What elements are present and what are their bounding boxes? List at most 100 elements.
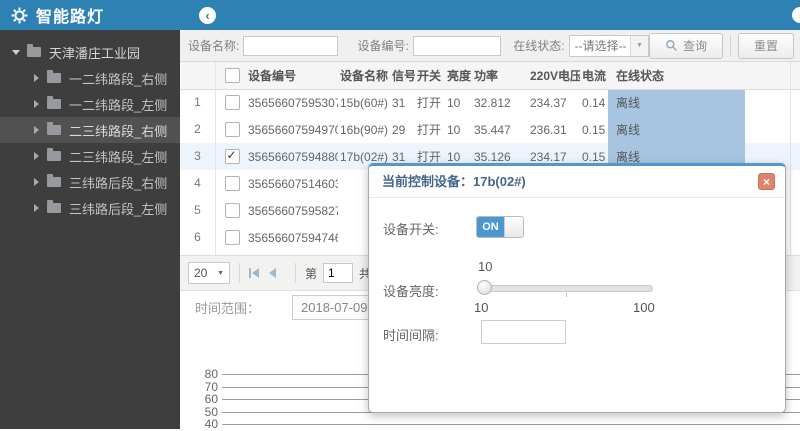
cell-voltage: 236.31 <box>530 122 567 137</box>
device-control-dialog: 当前控制设备：17b(02#) × 设备开关: ON 设备亮度: 10 10 1… <box>368 163 786 413</box>
folder-icon <box>47 70 61 83</box>
device-name-label: 设备名称: <box>188 39 240 53</box>
search-button[interactable]: 查询 <box>648 32 723 59</box>
col-power[interactable]: 功率 <box>472 67 528 84</box>
folder-icon <box>47 174 61 187</box>
cell-power: 32.812 <box>474 95 511 110</box>
page-number-input[interactable] <box>323 263 354 283</box>
cell-switch: 打开 <box>417 123 442 137</box>
select-all-checkbox[interactable] <box>216 68 246 83</box>
gridline <box>222 424 800 425</box>
prev-page-button[interactable] <box>269 268 276 278</box>
sidebar-item-road1-right[interactable]: 一二纬路段_右侧 <box>0 65 180 91</box>
sidebar-item-road3-left[interactable]: 三纬路后段_左侧 <box>0 195 180 221</box>
tree-root-node[interactable]: 天津潘庄工业园 <box>0 39 180 65</box>
online-status-select[interactable]: --请选择-- ▼ <box>568 34 649 57</box>
row-checkbox[interactable] <box>216 95 246 110</box>
divider <box>239 263 240 283</box>
sidebar: 天津潘庄工业园 一二纬路段_右侧 一二纬路段_左侧 二三纬路段_右侧 二三纬路段… <box>0 30 180 429</box>
table-row[interactable]: 1 356566075953075 15b(60#) 31 打开 10 32.8… <box>180 89 800 117</box>
sidebar-item-road3-right[interactable]: 三纬路后段_右侧 <box>0 169 180 195</box>
row-number: 3 <box>180 143 216 170</box>
device-name-input[interactable] <box>243 35 339 56</box>
cell-current: 0.14 <box>582 95 606 110</box>
tree-item-label: 一二纬路段_右侧 <box>69 71 168 87</box>
col-voltage[interactable]: 220V电压 <box>528 67 580 84</box>
cell-current: 0.15 <box>582 149 606 164</box>
page-size-value: 20 <box>194 266 208 280</box>
cell-current: 0.15 <box>582 122 606 137</box>
sidebar-item-road2-left[interactable]: 二三纬路段_左侧 <box>0 143 180 169</box>
toggle-handle <box>504 217 523 237</box>
folder-icon <box>47 122 61 135</box>
prev-page-icon <box>269 268 276 278</box>
cell-code: 356566075949701 <box>248 122 338 137</box>
device-switch-toggle[interactable]: ON <box>476 216 524 238</box>
y-axis-tick: 80 <box>204 367 218 381</box>
grid-right-divider <box>790 62 791 255</box>
col-code[interactable]: 设备编号 <box>246 67 338 84</box>
sidebar-item-road2-right[interactable]: 二三纬路段_右侧 <box>0 117 180 143</box>
row-number: 6 <box>180 224 216 251</box>
page-size-select[interactable]: 20 ▼ <box>188 262 230 284</box>
device-brightness-label: 设备亮度: <box>383 284 439 299</box>
topbar-right-icon[interactable] <box>792 7 800 23</box>
device-code-label: 设备编号: <box>357 39 409 53</box>
row-number-header <box>180 62 216 89</box>
close-icon[interactable]: × <box>758 173 775 190</box>
col-name[interactable]: 设备名称 <box>338 67 390 84</box>
time-interval-label: 时间间隔: <box>383 328 439 343</box>
row-number: 4 <box>180 170 216 197</box>
reset-button[interactable]: 重置 <box>737 32 794 59</box>
cell-code: 356566075953075 <box>248 95 338 110</box>
cell-name: 17b(02#) <box>340 149 389 164</box>
online-status-label: 在线状态: <box>513 39 565 53</box>
search-button-label: 查询 <box>682 39 707 53</box>
table-header: 设备编号 设备名称 信号 开关 亮度 功率 220V电压 电流 在线状态 <box>180 62 800 90</box>
time-interval-input[interactable] <box>481 320 566 344</box>
cell-power: 35.447 <box>474 122 511 137</box>
first-page-button[interactable] <box>249 268 259 278</box>
row-checkbox[interactable] <box>216 203 246 218</box>
row-checkbox[interactable] <box>216 122 246 137</box>
col-switch[interactable]: 开关 <box>415 67 445 84</box>
slider-handle[interactable] <box>477 280 492 295</box>
cell-signal: 29 <box>392 122 406 137</box>
slider-min-label: 10 <box>474 300 489 315</box>
cell-code: 356566075947465 <box>248 230 338 245</box>
caret-right-icon <box>34 126 39 134</box>
row-checkbox[interactable] <box>216 230 246 245</box>
row-checkbox[interactable] <box>216 176 246 191</box>
slider-max-label: 100 <box>633 300 655 315</box>
caret-right-icon <box>34 100 39 108</box>
row-number: 2 <box>180 116 216 143</box>
slider-midtick <box>565 293 567 297</box>
search-icon <box>666 40 677 51</box>
checkbox-icon <box>224 95 240 110</box>
y-axis-tick: 60 <box>204 392 218 406</box>
sidebar-item-road1-left[interactable]: 一二纬路段_左侧 <box>0 91 180 117</box>
row-number: 5 <box>180 197 216 224</box>
col-signal[interactable]: 信号 <box>390 67 415 84</box>
chevron-down-icon: ▼ <box>629 35 648 56</box>
collapse-sidebar-icon[interactable]: ‹ <box>199 7 216 24</box>
brightness-slider[interactable] <box>477 280 653 297</box>
dialog-title: 当前控制设备：17b(02#) <box>369 166 785 198</box>
tree-item-label: 二三纬路段_左侧 <box>69 149 168 165</box>
col-status[interactable]: 在线状态 <box>608 67 745 84</box>
cell-name: 15b(60#) <box>340 95 389 110</box>
cell-status: 离线 <box>608 116 745 143</box>
col-brightness[interactable]: 亮度 <box>445 67 472 84</box>
divider <box>295 263 296 283</box>
col-current[interactable]: 电流 <box>580 67 608 84</box>
cell-code: 356566075958272 <box>248 203 338 218</box>
device-code-input[interactable] <box>412 35 501 56</box>
cell-name: 16b(90#) <box>340 122 389 137</box>
reset-button-label: 重置 <box>753 39 778 53</box>
table-row[interactable]: 2 356566075949701 16b(90#) 29 打开 10 35.4… <box>180 116 800 144</box>
cell-switch: 打开 <box>417 96 442 110</box>
tree-item-label: 三纬路后段_右侧 <box>69 175 168 191</box>
row-checkbox[interactable] <box>216 149 246 164</box>
caret-right-icon <box>34 152 39 160</box>
divider <box>729 34 731 57</box>
